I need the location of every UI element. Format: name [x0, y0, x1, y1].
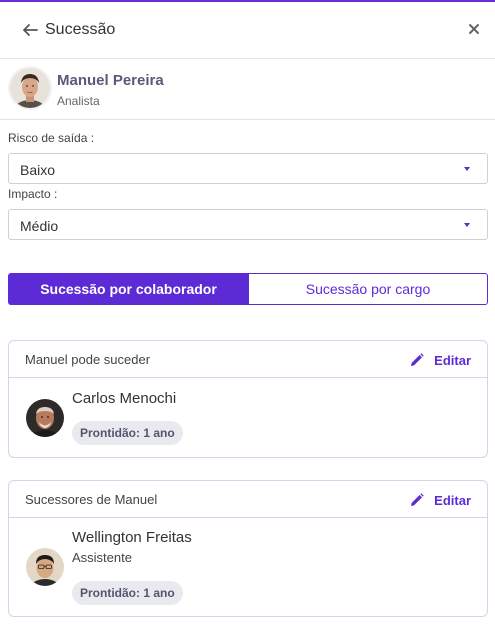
card-title: Sucessores de Manuel: [25, 492, 158, 507]
panel-header: Sucessão: [0, 2, 495, 59]
risk-label: Risco de saída :: [8, 131, 95, 145]
impact-label: Impacto :: [8, 187, 58, 201]
can-succeed-card: Manuel pode suceder Editar Carlos Menoch…: [8, 340, 488, 458]
avatar: [26, 399, 64, 437]
employee-role: Analista: [57, 94, 100, 108]
tab-succession-by-employee[interactable]: Sucessão por colaborador: [8, 273, 249, 305]
card-title: Manuel pode suceder: [25, 352, 151, 367]
pencil-icon: [411, 353, 424, 366]
impact-select-value: Médio: [20, 218, 59, 234]
pencil-icon: [411, 493, 424, 506]
caret-down-icon: [464, 167, 470, 171]
caret-down-icon: [464, 223, 470, 227]
card-header: Manuel pode suceder Editar: [9, 341, 487, 378]
close-icon: [469, 24, 479, 34]
person-name: Carlos Menochi: [72, 390, 177, 407]
person-role: Assistente: [72, 550, 132, 565]
edit-button[interactable]: Editar: [410, 350, 471, 370]
edit-button[interactable]: Editar: [410, 490, 471, 510]
risk-select[interactable]: Baixo: [8, 153, 488, 184]
employee-profile: Manuel Pereira Analista: [0, 60, 495, 120]
edit-label: Editar: [434, 352, 471, 368]
successors-card: Sucessores de Manuel Editar Wellington F…: [8, 480, 488, 617]
avatar: [10, 68, 50, 108]
succession-mode-toggle: Sucessão por colaborador Sucessão por ca…: [8, 273, 488, 305]
back-button[interactable]: [20, 20, 40, 40]
card-header: Sucessores de Manuel Editar: [9, 481, 487, 518]
tab-succession-by-role[interactable]: Sucessão por cargo: [248, 273, 488, 305]
panel-title: Sucessão: [45, 21, 116, 38]
edit-label: Editar: [434, 492, 471, 508]
readiness-badge: Prontidão: 1 ano: [72, 581, 183, 605]
person-name: Wellington Freitas: [72, 529, 192, 546]
arrow-left-icon: [23, 24, 38, 36]
risk-select-value: Baixo: [20, 162, 56, 178]
close-button[interactable]: [465, 20, 483, 38]
impact-select[interactable]: Médio: [8, 209, 488, 240]
readiness-badge: Prontidão: 1 ano: [72, 421, 183, 445]
avatar: [26, 548, 64, 586]
employee-name: Manuel Pereira: [57, 72, 164, 89]
